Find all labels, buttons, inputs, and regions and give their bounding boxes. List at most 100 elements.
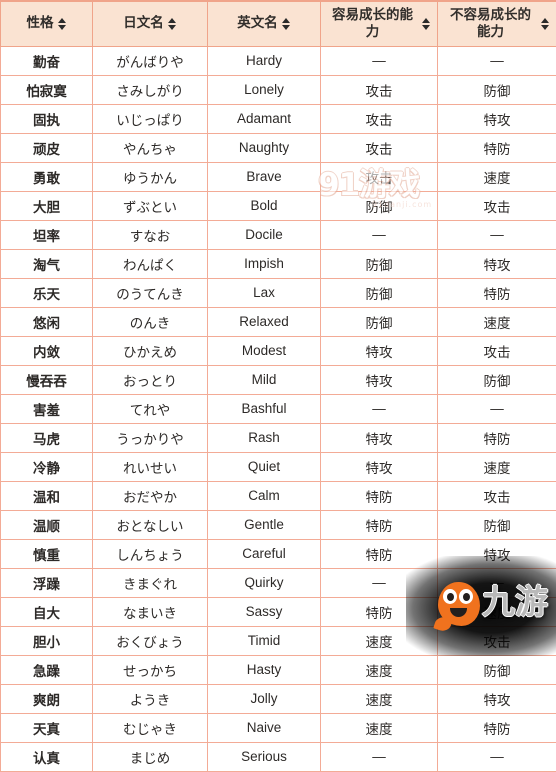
column-header-increased-stat[interactable]: 容易成长的能力 (321, 1, 438, 46)
cell-increased-stat: 特攻 (321, 336, 438, 365)
cell-nature: 大胆 (1, 191, 93, 220)
cell-japanese-name: ずぶとい (93, 191, 208, 220)
cell-english-name: Mild (208, 365, 321, 394)
column-header-nature[interactable]: 性格 (1, 1, 93, 46)
cell-english-name: Naughty (208, 133, 321, 162)
cell-japanese-name: ゆうかん (93, 162, 208, 191)
table-row: 认真まじめSerious—— (1, 742, 556, 771)
cell-japanese-name: しんちょう (93, 539, 208, 568)
cell-decreased-stat: 防御 (438, 510, 556, 539)
cell-decreased-stat: 特攻 (438, 539, 556, 568)
table-row: 爽朗ようきJolly速度特攻 (1, 684, 556, 713)
cell-nature: 害羞 (1, 394, 93, 423)
cell-increased-stat: 防御 (321, 307, 438, 336)
table-row: 坦率すなおDocile—— (1, 220, 556, 249)
table-row: 内敛ひかえめModest特攻攻击 (1, 336, 556, 365)
cell-decreased-stat: 攻击 (438, 191, 556, 220)
cell-increased-stat: 特防 (321, 597, 438, 626)
cell-decreased-stat: — (438, 220, 556, 249)
sort-updown-icon[interactable] (168, 17, 177, 31)
cell-increased-stat: 攻击 (321, 75, 438, 104)
cell-decreased-stat: 特攻 (438, 684, 556, 713)
table-row: 勤奋がんばりやHardy—— (1, 46, 556, 75)
table-row: 怕寂寞さみしがりLonely攻击防御 (1, 75, 556, 104)
cell-increased-stat: 防御 (321, 249, 438, 278)
cell-increased-stat: 攻击 (321, 133, 438, 162)
table-row: 浮躁きまぐれQuirky—— (1, 568, 556, 597)
cell-nature: 悠闲 (1, 307, 93, 336)
cell-decreased-stat: 特攻 (438, 104, 556, 133)
cell-english-name: Quirky (208, 568, 321, 597)
table-row: 固执いじっぱりAdamant攻击特攻 (1, 104, 556, 133)
cell-japanese-name: ひかえめ (93, 336, 208, 365)
cell-nature: 淘气 (1, 249, 93, 278)
cell-english-name: Timid (208, 626, 321, 655)
table-row: 胆小おくびょうTimid速度攻击 (1, 626, 556, 655)
cell-japanese-name: すなお (93, 220, 208, 249)
cell-nature: 浮躁 (1, 568, 93, 597)
sort-updown-icon[interactable] (282, 17, 291, 31)
cell-decreased-stat: 防御 (438, 365, 556, 394)
cell-increased-stat: — (321, 394, 438, 423)
cell-increased-stat: — (321, 742, 438, 771)
table-row: 乐天のうてんきLax防御特防 (1, 278, 556, 307)
table-row: 温和おだやかCalm特防攻击 (1, 481, 556, 510)
cell-english-name: Careful (208, 539, 321, 568)
cell-english-name: Lonely (208, 75, 321, 104)
cell-nature: 怕寂寞 (1, 75, 93, 104)
cell-decreased-stat: 特攻 (438, 249, 556, 278)
cell-nature: 天真 (1, 713, 93, 742)
cell-decreased-stat: 攻击 (438, 626, 556, 655)
cell-english-name: Hasty (208, 655, 321, 684)
cell-increased-stat: 防御 (321, 278, 438, 307)
cell-decreased-stat: 特防 (438, 713, 556, 742)
table-row: 马虎うっかりやRash特攻特防 (1, 423, 556, 452)
cell-increased-stat: — (321, 46, 438, 75)
cell-increased-stat: — (321, 568, 438, 597)
cell-decreased-stat: 速度 (438, 162, 556, 191)
cell-japanese-name: きまぐれ (93, 568, 208, 597)
cell-nature: 坦率 (1, 220, 93, 249)
cell-nature: 温顺 (1, 510, 93, 539)
cell-english-name: Brave (208, 162, 321, 191)
column-header-japanese-name-label: 日文名 (123, 15, 164, 32)
cell-nature: 顽皮 (1, 133, 93, 162)
cell-english-name: Gentle (208, 510, 321, 539)
cell-increased-stat: — (321, 220, 438, 249)
cell-english-name: Calm (208, 481, 321, 510)
cell-nature: 慢吞吞 (1, 365, 93, 394)
sort-updown-icon[interactable] (58, 17, 67, 31)
cell-increased-stat: 特攻 (321, 452, 438, 481)
cell-decreased-stat: 攻击 (438, 481, 556, 510)
cell-decreased-stat: 速度 (438, 597, 556, 626)
cell-decreased-stat: 防御 (438, 75, 556, 104)
cell-english-name: Naive (208, 713, 321, 742)
sort-updown-icon[interactable] (422, 17, 431, 31)
cell-nature: 冷静 (1, 452, 93, 481)
cell-english-name: Impish (208, 249, 321, 278)
column-header-japanese-name[interactable]: 日文名 (93, 1, 208, 46)
cell-decreased-stat: 攻击 (438, 336, 556, 365)
cell-nature: 慎重 (1, 539, 93, 568)
column-header-decreased-stat[interactable]: 不容易成长的能力 (438, 1, 556, 46)
cell-english-name: Lax (208, 278, 321, 307)
column-header-nature-label: 性格 (27, 15, 54, 32)
table-row: 慎重しんちょうCareful特防特攻 (1, 539, 556, 568)
cell-japanese-name: うっかりや (93, 423, 208, 452)
cell-decreased-stat: — (438, 46, 556, 75)
cell-japanese-name: おくびょう (93, 626, 208, 655)
cell-decreased-stat: 特防 (438, 423, 556, 452)
cell-japanese-name: いじっぱり (93, 104, 208, 133)
cell-increased-stat: 特防 (321, 481, 438, 510)
cell-japanese-name: れいせい (93, 452, 208, 481)
table-row: 冷静れいせいQuiet特攻速度 (1, 452, 556, 481)
cell-increased-stat: 攻击 (321, 104, 438, 133)
table-row: 大胆ずぶといBold防御攻击 (1, 191, 556, 220)
column-header-english-name[interactable]: 英文名 (208, 1, 321, 46)
cell-english-name: Bold (208, 191, 321, 220)
table-row: 慢吞吞おっとりMild特攻防御 (1, 365, 556, 394)
sort-updown-icon[interactable] (541, 17, 550, 31)
cell-nature: 胆小 (1, 626, 93, 655)
table-row: 温顺おとなしいGentle特防防御 (1, 510, 556, 539)
cell-increased-stat: 特防 (321, 539, 438, 568)
